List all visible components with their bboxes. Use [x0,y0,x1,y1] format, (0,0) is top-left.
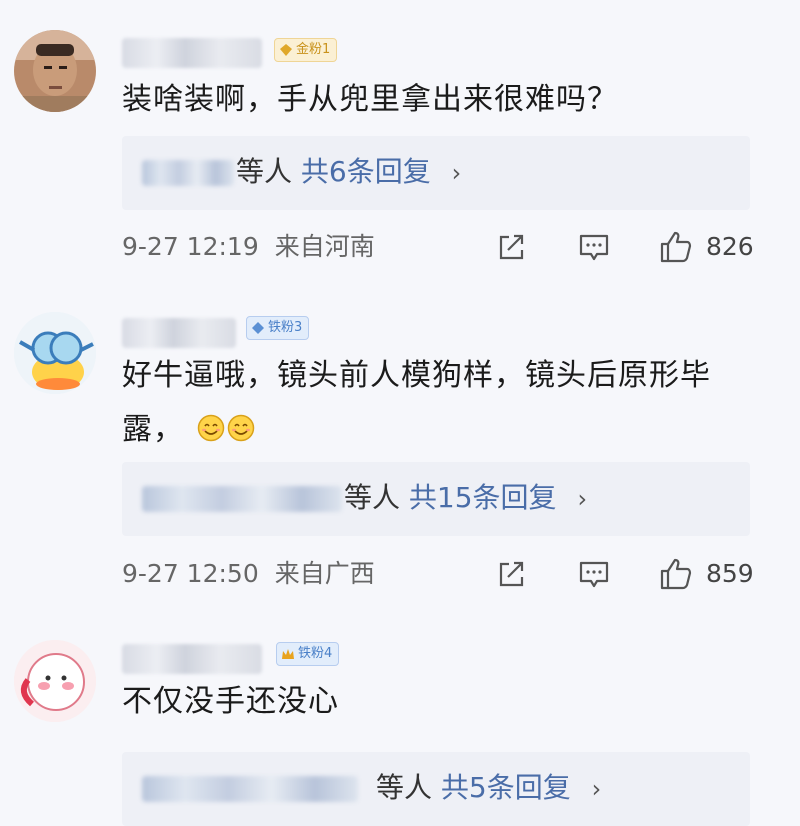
reply-summary[interactable]: 等人 共6条回复 › [236,154,461,191]
badge-label: 铁粉4 [298,646,333,661]
avatar[interactable] [14,30,96,112]
smile-emoji-icon [227,414,254,442]
comment-text: 不仅没手还没心 [122,676,760,728]
reply-suffix: 等人 [344,481,401,514]
username-blurred[interactable] [122,38,262,68]
user-avatar-image [14,30,96,112]
reply-usernames-blurred [142,776,358,802]
like-icon[interactable] [658,556,694,592]
username-blurred[interactable] [122,318,236,348]
badge-label: 铁粉3 [268,320,303,335]
badge-label: 金粉1 [296,42,331,57]
reply-suffix: 等人 [376,771,433,804]
share-icon[interactable] [494,229,530,265]
comment-time: 9-27 12:19 [122,232,259,261]
reply-usernames-blurred [142,160,234,186]
comment-location: 来自河南 [274,232,375,261]
comment-icon[interactable] [576,556,612,592]
avatar[interactable] [14,312,96,394]
reply-summary[interactable]: 等人 共15条回复 › [344,480,587,517]
reply-usernames-blurred [142,486,342,512]
reply-preview[interactable]: 等人 共15条回复 › [122,462,750,536]
share-icon[interactable] [494,556,530,592]
diamond-icon [252,322,264,334]
fan-badge: 铁粉4 [276,642,340,666]
avatar[interactable] [14,640,96,722]
comment-icon[interactable] [576,229,612,265]
fan-badge: 铁粉3 [246,316,310,340]
comment-text-line-2: 露， [122,404,760,456]
like-count: 859 [706,559,754,588]
username-blurred[interactable] [122,644,262,674]
chevron-right-icon: › [591,775,602,803]
comment-time: 9-27 12:50 [122,559,259,588]
chevron-right-icon: › [451,159,462,187]
reply-count-link[interactable]: 共6条回复 [301,155,431,188]
comment-text: 装啥装啊，手从兜里拿出来很难吗？ [122,74,760,126]
user-avatar-image [14,640,96,722]
reply-preview[interactable]: 等人 共6条回复 › [122,136,750,210]
fan-badge: 金粉1 [274,38,338,62]
comment-location: 来自广西 [274,559,375,588]
comment-meta: 9-27 12:50 来自广西 [122,558,375,590]
comment-text: 好牛逼哦，镜头前人模狗样，镜头后原形毕 露， [122,350,760,456]
smile-emoji-icon [197,414,224,442]
reply-preview[interactable]: 等人 共5条回复 › [122,752,750,826]
chevron-right-icon: › [577,485,588,513]
like-count: 826 [706,232,754,261]
like-icon[interactable] [658,229,694,265]
comment-meta: 9-27 12:19 来自河南 [122,231,375,263]
comment-text-line: 不仅没手还没心 [122,684,339,719]
reply-count-link[interactable]: 共5条回复 [441,771,571,804]
comment-text-line: 露， [122,412,184,447]
comment-text-line: 装啥装啊，手从兜里拿出来很难吗？ [122,82,618,117]
reply-summary[interactable]: 等人 共5条回复 › [376,770,601,807]
reply-count-link[interactable]: 共15条回复 [409,481,557,514]
diamond-icon [280,44,292,56]
reply-suffix: 等人 [236,155,293,188]
user-avatar-image [14,312,96,394]
crown-icon [282,649,294,659]
comment-text-line: 好牛逼哦，镜头前人模狗样，镜头后原形毕 [122,358,711,393]
